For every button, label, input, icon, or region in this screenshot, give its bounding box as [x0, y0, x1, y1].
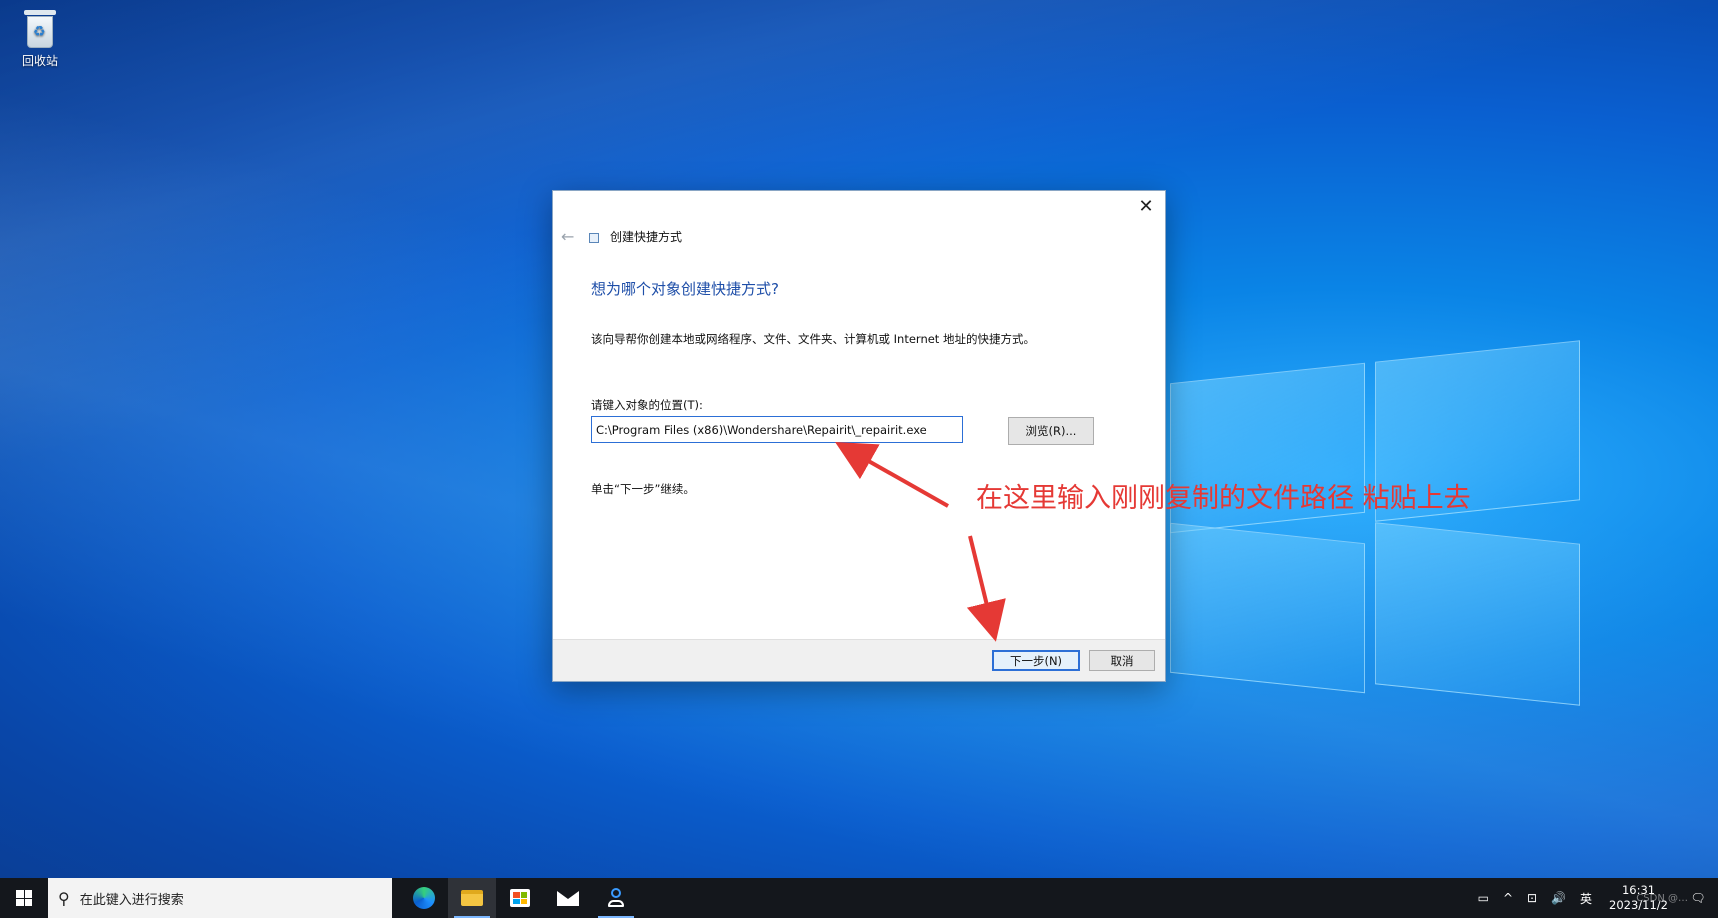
- search-icon: ⚲: [58, 888, 70, 908]
- network-icon[interactable]: ⊡: [1520, 891, 1544, 905]
- edge-icon: [413, 887, 435, 909]
- taskbar-app-person[interactable]: [592, 878, 640, 918]
- next-button[interactable]: 下一步(N): [992, 650, 1080, 671]
- tray-chevron-icon[interactable]: ^: [1496, 891, 1520, 905]
- input-method-indicator[interactable]: 英: [1573, 890, 1599, 907]
- file-explorer-icon: [461, 890, 483, 906]
- close-button[interactable]: ✕: [1133, 195, 1159, 219]
- start-button[interactable]: [0, 878, 48, 918]
- location-input[interactable]: [591, 416, 963, 443]
- location-label: 请键入对象的位置(T):: [591, 398, 703, 412]
- windows-start-icon: [16, 890, 32, 906]
- store-icon: [510, 889, 530, 907]
- shortcut-wizard-icon: [589, 233, 599, 243]
- taskbar-app-edge[interactable]: [400, 878, 448, 918]
- annotation-text: 在这里输入刚刚复制的文件路径 粘贴上去: [976, 483, 1471, 514]
- create-shortcut-dialog: ✕ ← 创建快捷方式 想为哪个对象创建快捷方式? 该向导帮你创建本地或网络程序、…: [552, 190, 1166, 682]
- search-placeholder: 在此键入进行搜索: [79, 892, 184, 908]
- browse-button[interactable]: 浏览(R)...: [1008, 417, 1094, 445]
- continue-hint: 单击“下一步”继续。: [591, 482, 695, 496]
- desktop-icon-recycle-bin[interactable]: ♻ 回收站: [12, 6, 68, 69]
- volume-icon[interactable]: 🔊: [1544, 891, 1573, 905]
- watermark: CSDN @…: [1636, 893, 1688, 904]
- wizard-title: 创建快捷方式: [610, 230, 683, 244]
- news-widget-icon[interactable]: ▭: [1471, 891, 1496, 905]
- taskbar-search-box[interactable]: ⚲ 在此键入进行搜索: [48, 878, 392, 918]
- back-arrow-icon[interactable]: ←: [561, 227, 574, 246]
- mail-icon: [557, 890, 579, 906]
- windows-logo-wallpaper: [1170, 340, 1590, 706]
- taskbar-app-store[interactable]: [496, 878, 544, 918]
- wizard-description: 该向导帮你创建本地或网络程序、文件、文件夹、计算机或 Internet 地址的快…: [591, 332, 1035, 346]
- person-app-icon: [605, 887, 627, 909]
- taskbar-app-file-explorer[interactable]: [448, 878, 496, 918]
- taskbar-app-mail[interactable]: [544, 878, 592, 918]
- recycle-bin-label: 回收站: [21, 54, 58, 68]
- recycle-bin-icon: ♻: [22, 8, 58, 48]
- cancel-button[interactable]: 取消: [1089, 650, 1155, 671]
- taskbar: ⚲ 在此键入进行搜索 ▭ ^ ⊡ 🔊 英 16:31 2023/11/2 🗨: [0, 878, 1718, 918]
- page-heading: 想为哪个对象创建快捷方式?: [591, 280, 779, 298]
